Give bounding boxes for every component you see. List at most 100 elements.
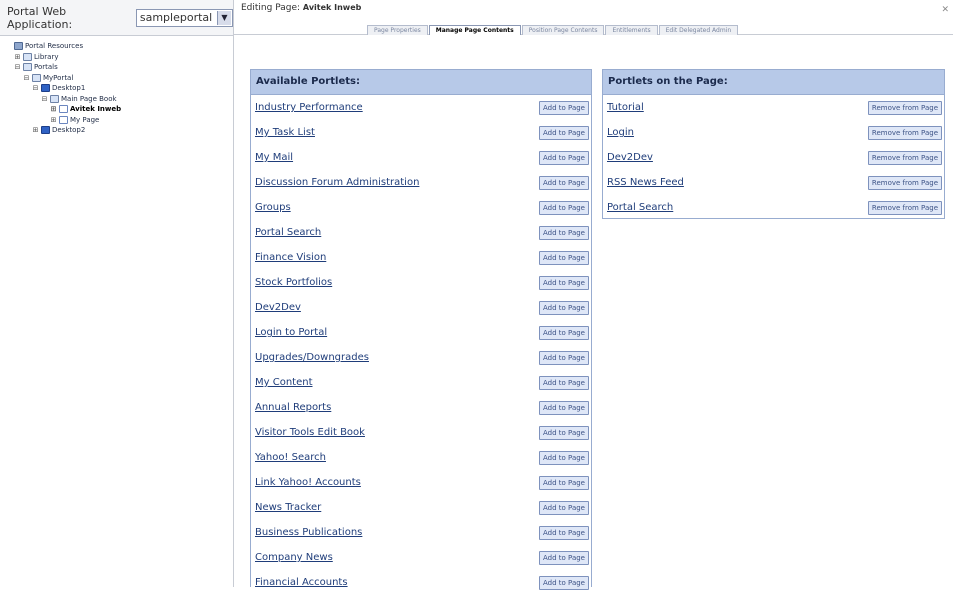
tree-node-label[interactable]: Main Page Book bbox=[61, 95, 117, 103]
portlet-link[interactable]: Groups bbox=[255, 202, 291, 213]
portal-app-value: sampleportal bbox=[139, 11, 213, 24]
add-to-page-button[interactable]: Add to Page bbox=[539, 550, 589, 565]
add-to-page-button[interactable]: Add to Page bbox=[539, 275, 589, 290]
add-to-page-button[interactable]: Add to Page bbox=[539, 400, 589, 415]
book-icon bbox=[32, 73, 41, 82]
collapse-icon[interactable]: ⊟ bbox=[32, 84, 39, 92]
add-to-page-button[interactable]: Add to Page bbox=[539, 150, 589, 165]
add-to-page-button[interactable]: Add to Page bbox=[539, 225, 589, 240]
portlet-link[interactable]: Upgrades/Downgrades bbox=[255, 352, 369, 363]
tree-node-label[interactable]: Avitek Inweb bbox=[70, 105, 121, 113]
portlet-link[interactable]: Portal Search bbox=[607, 202, 673, 213]
portlet-link[interactable]: News Tracker bbox=[255, 502, 321, 513]
portlet-link[interactable]: Visitor Tools Edit Book bbox=[255, 427, 365, 438]
resources-icon bbox=[14, 42, 23, 51]
remove-from-page-button[interactable]: Remove from Page bbox=[867, 125, 942, 140]
portlet-link[interactable]: Portal Search bbox=[255, 227, 321, 238]
remove-from-page-button[interactable]: Remove from Page bbox=[867, 100, 942, 115]
expand-icon[interactable]: ⊞ bbox=[50, 105, 57, 113]
tree-node[interactable]: ⊟ MyPortal bbox=[5, 73, 233, 84]
tree-node[interactable]: ⊞ Avitek Inweb bbox=[5, 104, 233, 115]
add-to-page-button[interactable]: Add to Page bbox=[539, 100, 589, 115]
add-to-page-button[interactable]: Add to Page bbox=[539, 300, 589, 315]
chevron-down-icon[interactable]: ▼ bbox=[217, 10, 231, 25]
expand-icon[interactable]: ⊞ bbox=[14, 53, 21, 61]
tree-node[interactable]: ⊞ Desktop2 bbox=[5, 125, 233, 136]
tree-node-label[interactable]: Portal Resources bbox=[25, 42, 83, 50]
add-to-page-button[interactable]: Add to Page bbox=[539, 250, 589, 265]
expand-icon[interactable]: ⊞ bbox=[50, 116, 57, 124]
portlet-link[interactable]: RSS News Feed bbox=[607, 177, 684, 188]
portlet-link[interactable]: Company News bbox=[255, 552, 333, 563]
portlet-link[interactable]: Business Publications bbox=[255, 527, 362, 538]
tree-node[interactable]: Portal Resources bbox=[5, 41, 233, 52]
add-to-page-button[interactable]: Add to Page bbox=[539, 575, 589, 590]
available-portlets-list: Industry Performance Add to Page My Task L… bbox=[251, 95, 591, 595]
tree-node[interactable]: ⊟ Portals bbox=[5, 62, 233, 73]
portlet-link[interactable]: My Task List bbox=[255, 127, 315, 138]
tree-node-label[interactable]: Desktop1 bbox=[52, 84, 85, 92]
tab-manage-page-contents[interactable]: Manage Page Contents bbox=[428, 25, 521, 35]
page-portlets-title: Portlets on the Page: bbox=[603, 70, 944, 95]
editing-page-name: Avitek Inweb bbox=[302, 3, 362, 12]
add-to-page-button[interactable]: Add to Page bbox=[539, 175, 589, 190]
portlet-link[interactable]: Yahoo! Search bbox=[255, 452, 326, 463]
remove-from-page-button[interactable]: Remove from Page bbox=[867, 150, 942, 165]
add-to-page-button[interactable]: Add to Page bbox=[539, 125, 589, 140]
portlet-link[interactable]: Finance Vision bbox=[255, 252, 326, 263]
tree-node-label[interactable]: MyPortal bbox=[43, 74, 73, 82]
add-to-page-button[interactable]: Add to Page bbox=[539, 425, 589, 440]
page-tabs: Page Properties Manage Page Contents Posit… bbox=[367, 25, 739, 35]
tab-page-properties[interactable]: Page Properties bbox=[367, 25, 428, 35]
collapse-icon[interactable]: ⊟ bbox=[41, 95, 48, 103]
add-to-page-button[interactable]: Add to Page bbox=[539, 375, 589, 390]
remove-from-page-button[interactable]: Remove from Page bbox=[867, 175, 942, 190]
portlet-link[interactable]: My Content bbox=[255, 377, 313, 388]
editing-title: Editing Page: Avitek Inweb bbox=[241, 3, 361, 13]
portlet-link[interactable]: Dev2Dev bbox=[607, 152, 653, 163]
add-to-page-button[interactable]: Add to Page bbox=[539, 325, 589, 340]
book-icon bbox=[50, 94, 59, 103]
tree-node[interactable]: ⊟ Desktop1 bbox=[5, 83, 233, 94]
portlet-link[interactable]: Industry Performance bbox=[255, 102, 363, 113]
portlet-link[interactable]: Discussion Forum Administration bbox=[255, 177, 419, 188]
tab-entitlements[interactable]: Entitlements bbox=[605, 25, 658, 35]
expand-icon[interactable]: ⊞ bbox=[32, 126, 39, 134]
tree-node[interactable]: ⊟ Main Page Book bbox=[5, 94, 233, 105]
add-to-page-button[interactable]: Add to Page bbox=[539, 350, 589, 365]
portlet-link[interactable]: Link Yahoo! Accounts bbox=[255, 477, 361, 488]
tab-edit-delegated-admin[interactable]: Edit Delegated Admin bbox=[658, 25, 739, 35]
add-to-page-button[interactable]: Add to Page bbox=[539, 500, 589, 515]
tree-node-label[interactable]: Library bbox=[34, 53, 58, 61]
page-icon bbox=[59, 115, 68, 124]
portlet-link[interactable]: Dev2Dev bbox=[255, 302, 301, 313]
portlet-link[interactable]: My Mail bbox=[255, 152, 293, 163]
portlet-row: Business Publications Add to Page bbox=[251, 520, 591, 545]
add-to-page-button[interactable]: Add to Page bbox=[539, 200, 589, 215]
portlet-row: Portal Search Add to Page bbox=[251, 220, 591, 245]
tree-node[interactable]: ⊞ My Page bbox=[5, 115, 233, 126]
tree-node[interactable]: ⊞ Library bbox=[5, 52, 233, 63]
portlet-row: Financial Accounts Add to Page bbox=[251, 570, 591, 595]
portlet-row: Company News Add to Page bbox=[251, 545, 591, 570]
tree-node-label[interactable]: Desktop2 bbox=[52, 126, 85, 134]
tree-node-label[interactable]: My Page bbox=[70, 116, 99, 124]
portlet-link[interactable]: Annual Reports bbox=[255, 402, 331, 413]
portlet-link[interactable]: Tutorial bbox=[607, 102, 644, 113]
portlet-link[interactable]: Login to Portal bbox=[255, 327, 327, 338]
tab-position-page-contents[interactable]: Position Page Contents bbox=[521, 25, 605, 35]
portlet-row: Login to Portal Add to Page bbox=[251, 320, 591, 345]
add-to-page-button[interactable]: Add to Page bbox=[539, 525, 589, 540]
desktop-icon bbox=[41, 126, 50, 135]
add-to-page-button[interactable]: Add to Page bbox=[539, 450, 589, 465]
remove-from-page-button[interactable]: Remove from Page bbox=[867, 200, 942, 215]
portal-app-select[interactable]: sampleportal ▼ bbox=[135, 8, 233, 27]
tree-node-label[interactable]: Portals bbox=[34, 63, 58, 71]
portlet-link[interactable]: Login bbox=[607, 127, 634, 138]
portlet-link[interactable]: Stock Portfolios bbox=[255, 277, 332, 288]
collapse-icon[interactable]: ⊟ bbox=[23, 74, 30, 82]
collapse-icon[interactable]: ⊟ bbox=[14, 63, 21, 71]
portlet-link[interactable]: Financial Accounts bbox=[255, 577, 348, 588]
close-icon[interactable]: ✕ bbox=[941, 5, 949, 15]
add-to-page-button[interactable]: Add to Page bbox=[539, 475, 589, 490]
